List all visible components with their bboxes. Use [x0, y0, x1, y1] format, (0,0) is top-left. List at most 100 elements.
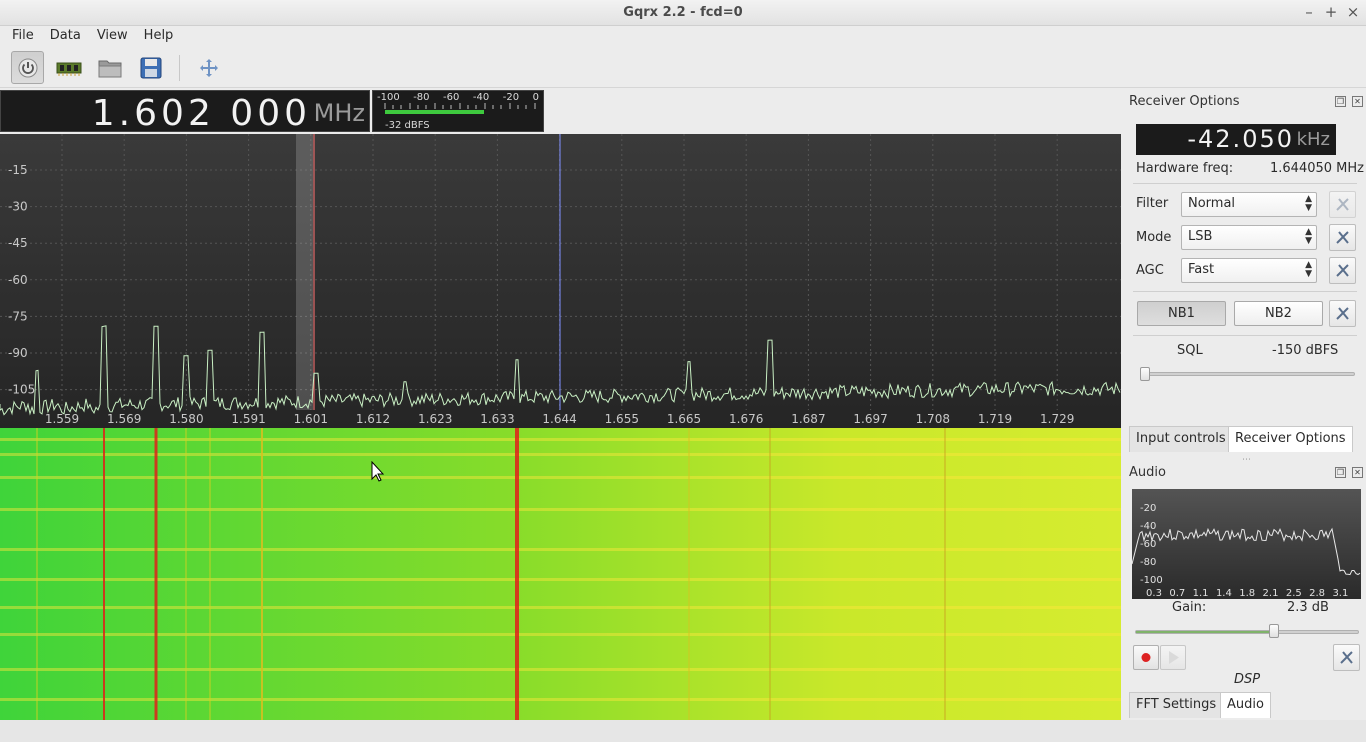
gain-slider[interactable]: [1135, 630, 1359, 634]
dock-close-icon[interactable]: ✕: [1352, 467, 1363, 478]
audio-y-label: -100: [1140, 575, 1163, 586]
tools-icon: [1336, 307, 1349, 320]
toolbar-separator: [179, 54, 180, 81]
offset-value[interactable]: -42.050: [1187, 125, 1294, 153]
frequency-digits[interactable]: 1.602 000: [92, 93, 311, 134]
tools-icon: [1336, 264, 1349, 277]
spin-arrows-icon: ▲ ▼: [1305, 260, 1312, 279]
audio-x-label: 1.4: [1216, 588, 1232, 599]
hw-freq-label: Hardware freq:: [1136, 161, 1234, 176]
filter-options-button[interactable]: [1329, 191, 1356, 218]
signal-meter: -100 -80 -60 -40 -20 0 -32 dBFS: [372, 90, 544, 132]
nb2-button[interactable]: NB2: [1234, 301, 1323, 326]
audio-y-label: -20: [1140, 503, 1156, 514]
sql-slider-handle[interactable]: [1140, 367, 1150, 381]
play-icon: [1169, 651, 1179, 664]
x-tick-label: 1.676: [729, 412, 763, 426]
power-icon: [18, 58, 37, 77]
gain-slider-handle[interactable]: [1268, 624, 1279, 638]
x-tick-label: 1.697: [853, 412, 887, 426]
menu-bar: File Data View Help: [0, 26, 1366, 48]
menu-data[interactable]: Data: [42, 26, 89, 48]
waterfall-signal-line: [103, 428, 105, 720]
window-titlebar: Gqrx 2.2 - fcd=0 – + ×: [0, 0, 1366, 26]
mode-options-button[interactable]: [1329, 224, 1356, 251]
nb1-button[interactable]: NB1: [1137, 301, 1226, 326]
receiver-options-title: Receiver Options: [1129, 94, 1240, 109]
play-button[interactable]: [1160, 645, 1186, 670]
waterfall-band: [0, 438, 1121, 441]
audio-x-label: 0.3: [1146, 588, 1162, 599]
spin-arrows-icon: ▲ ▼: [1305, 194, 1312, 213]
audio-y-label: -40: [1140, 521, 1156, 532]
gain-label: Gain:: [1172, 600, 1207, 615]
minimize-icon[interactable]: –: [1302, 3, 1316, 21]
record-button[interactable]: [1133, 645, 1159, 670]
spectrum-plot[interactable]: -15 -30 -45 -60 -75 -90 -105 1.559 1.569 1.580 1.5…: [0, 134, 1121, 428]
x-tick-label: 1.569: [107, 412, 141, 426]
mode-select-value: LSB: [1188, 229, 1213, 244]
open-button[interactable]: [93, 51, 126, 84]
dock-float-icon[interactable]: ❐: [1335, 96, 1346, 107]
audio-x-label: 1.1: [1193, 588, 1209, 599]
y-tick-label: -90: [8, 346, 28, 360]
audio-fft-plot: -20 -40 -60 -80 -100 0.3 0.7 1.1 1.4 1.8 2.1 2.5 2.8…: [1132, 489, 1361, 599]
offset-frequency-display[interactable]: -42.050 kHz: [1136, 124, 1336, 155]
nb-options-button[interactable]: [1329, 300, 1356, 327]
audio-options-button[interactable]: [1333, 644, 1360, 671]
x-tick-label: 1.655: [605, 412, 639, 426]
dsp-label: DSP: [1234, 672, 1261, 687]
dock-close-icon[interactable]: ✕: [1352, 96, 1363, 107]
frequency-display[interactable]: 1.602 000 MHz: [0, 90, 370, 134]
menu-help[interactable]: Help: [136, 26, 182, 48]
waterfall-signal-line: [209, 428, 211, 720]
mode-select[interactable]: LSB ▲ ▼: [1181, 225, 1317, 250]
waterfall-signal-line: [154, 428, 158, 720]
close-icon[interactable]: ×: [1346, 3, 1360, 21]
hardware-config-button[interactable]: [52, 51, 85, 84]
waterfall-signal-line: [36, 428, 38, 720]
agc-label: AGC: [1136, 263, 1164, 278]
y-tick-label: -60: [8, 273, 28, 287]
audio-x-label: 2.5: [1286, 588, 1302, 599]
tab-input-controls[interactable]: Input controls: [1129, 426, 1233, 452]
record-icon: [1141, 653, 1151, 662]
save-button[interactable]: [134, 51, 167, 84]
main-toolbar: [0, 48, 1366, 88]
audio-x-label: 2.8: [1309, 588, 1325, 599]
waterfall-band: [0, 698, 1121, 701]
tab-audio[interactable]: Audio: [1220, 692, 1271, 718]
tab-receiver-options[interactable]: Receiver Options: [1228, 426, 1353, 452]
save-icon: [140, 57, 161, 78]
waterfall-display[interactable]: [0, 428, 1121, 720]
tools-icon: [1336, 231, 1349, 244]
waterfall-signal-line: [769, 428, 771, 720]
fullscreen-button[interactable]: [192, 51, 225, 84]
menu-view[interactable]: View: [89, 26, 136, 48]
hardware-icon: [56, 62, 81, 76]
x-tick-label: 1.591: [231, 412, 265, 426]
audio-x-label: 1.8: [1239, 588, 1255, 599]
splitter-handle[interactable]: ⋯: [1242, 455, 1251, 465]
filter-passband[interactable]: [296, 134, 315, 410]
x-tick-label: 1.559: [45, 412, 79, 426]
menu-file[interactable]: File: [4, 26, 42, 48]
waterfall-band: [0, 453, 1121, 456]
power-button[interactable]: [11, 51, 44, 84]
x-tick-label: 1.719: [978, 412, 1012, 426]
agc-select[interactable]: Fast ▲ ▼: [1181, 258, 1317, 283]
waterfall-signal-line: [944, 428, 946, 720]
waterfall-band: [0, 508, 1121, 511]
filter-select[interactable]: Normal ▲ ▼: [1181, 192, 1317, 217]
agc-options-button[interactable]: [1329, 257, 1356, 284]
tab-fft-settings[interactable]: FFT Settings: [1129, 692, 1224, 718]
maximize-icon[interactable]: +: [1324, 3, 1338, 21]
fullscreen-icon: [199, 58, 218, 77]
dock-float-icon[interactable]: ❐: [1335, 467, 1346, 478]
audio-title: Audio: [1129, 465, 1166, 480]
status-bar: [0, 720, 1366, 742]
gain-value: 2.3 dB: [1287, 600, 1329, 615]
x-tick-label: 1.729: [1040, 412, 1074, 426]
sql-slider[interactable]: [1140, 372, 1355, 376]
window-title: Gqrx 2.2 - fcd=0: [623, 5, 743, 20]
